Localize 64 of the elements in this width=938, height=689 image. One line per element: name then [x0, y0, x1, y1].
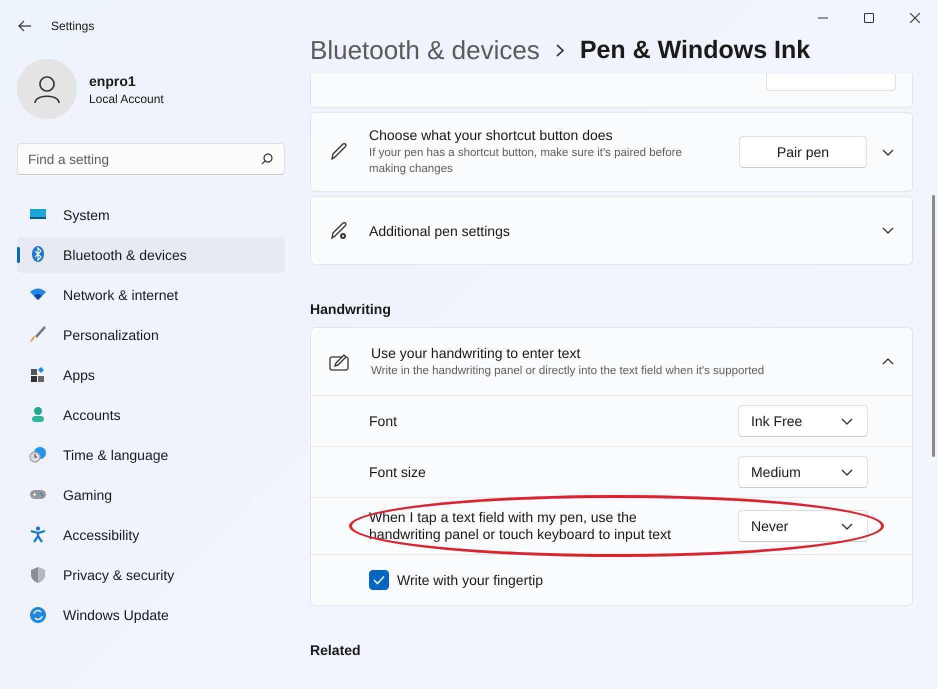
sidebar-item[interactable]: Windows Update: [17, 597, 285, 633]
dropdown[interactable]: Ink Free: [738, 405, 868, 437]
sidebar-item[interactable]: Bluetooth & devices: [17, 237, 285, 273]
person-icon: [29, 406, 47, 424]
accessibility-icon: [29, 526, 47, 544]
pen-icon: [329, 142, 349, 162]
checkbox-label[interactable]: Write with your fingertip: [397, 572, 544, 588]
sidebar-item[interactable]: Apps: [17, 357, 285, 393]
person-icon: [32, 74, 62, 104]
section-heading: Handwriting: [310, 301, 392, 317]
apps-icon: [29, 366, 47, 384]
breadcrumb-link[interactable]: Bluetooth & devices: [310, 34, 540, 66]
scrollbar[interactable]: [932, 195, 935, 457]
search-icon[interactable]: [261, 153, 273, 165]
globe-clock-icon: [29, 446, 47, 464]
sidebar-item[interactable]: Personalization: [17, 317, 285, 353]
setting-title: Choose what your shortcut button does: [369, 127, 614, 143]
setting-description: Write in the handwriting panel or directly into the text field when it's supported: [371, 364, 766, 378]
section-heading: Related: [310, 642, 362, 658]
user-name: enpro1: [89, 72, 137, 88]
setting-title: Use your handwriting to enter text: [371, 344, 582, 360]
bluetooth-icon: [29, 246, 47, 264]
pen-gear-icon: [329, 220, 349, 240]
sidebar-item[interactable]: Network & internet: [17, 277, 285, 313]
setting-label: Font size: [369, 464, 426, 480]
chevron-right-icon: [556, 44, 564, 56]
back-icon[interactable]: [18, 20, 32, 32]
shield-icon: [29, 566, 47, 584]
chevron-icon[interactable]: [882, 148, 894, 156]
window-title: Settings: [51, 19, 94, 33]
setting-title: Additional pen settings: [369, 222, 511, 238]
dropdown[interactable]: Never: [738, 510, 868, 542]
sidebar-item[interactable]: Time & language: [17, 437, 285, 473]
chevron-icon: [841, 522, 853, 530]
chevron-icon: [841, 468, 853, 476]
chevron-icon: [840, 418, 853, 424]
sidebar-item[interactable]: Accounts: [17, 397, 285, 433]
page-title: Pen & Windows Ink: [580, 36, 810, 64]
settings-card[interactable]: Choose what your shortcut button does If your pen has a shortcut button, make sure it's paired before making changes Pair pen: [310, 112, 913, 192]
sidebar-item[interactable]: System: [17, 197, 285, 233]
dropdown[interactable]: Medium: [738, 456, 868, 488]
setting-label: Font: [369, 412, 398, 430]
sidebar-item[interactable]: Gaming: [17, 477, 285, 513]
account-type: Local Account: [89, 92, 164, 106]
chevron-icon[interactable]: [882, 358, 894, 365]
maximize-icon[interactable]: [864, 13, 874, 23]
sidebar-item[interactable]: Accessibility: [17, 517, 285, 553]
setting-description: If your pen has a shortcut button, make sure it's paired before making changes: [369, 146, 683, 177]
close-icon[interactable]: [910, 13, 920, 23]
dropdown-value: Never: [751, 518, 788, 534]
pair-button[interactable]: Pair pen: [739, 136, 867, 168]
expander-header[interactable]: Use your handwriting to enter text Write in the handwriting panel or directly into the text field when it's supported: [311, 328, 912, 396]
search-field[interactable]: Find a setting: [17, 143, 285, 175]
settings-card[interactable]: Additional pen settings: [310, 196, 913, 265]
dropdown-value: Medium: [751, 464, 801, 480]
dropdown-value: Ink Free: [750, 413, 802, 429]
edit-icon: [329, 352, 351, 370]
brush-icon: [29, 326, 47, 344]
checkbox[interactable]: [369, 570, 389, 590]
sidebar-item[interactable]: Privacy & security: [17, 557, 285, 593]
selection-indicator: [17, 247, 20, 263]
update-icon: [29, 606, 47, 624]
chevron-icon[interactable]: [882, 227, 894, 234]
check-icon: [373, 575, 385, 585]
